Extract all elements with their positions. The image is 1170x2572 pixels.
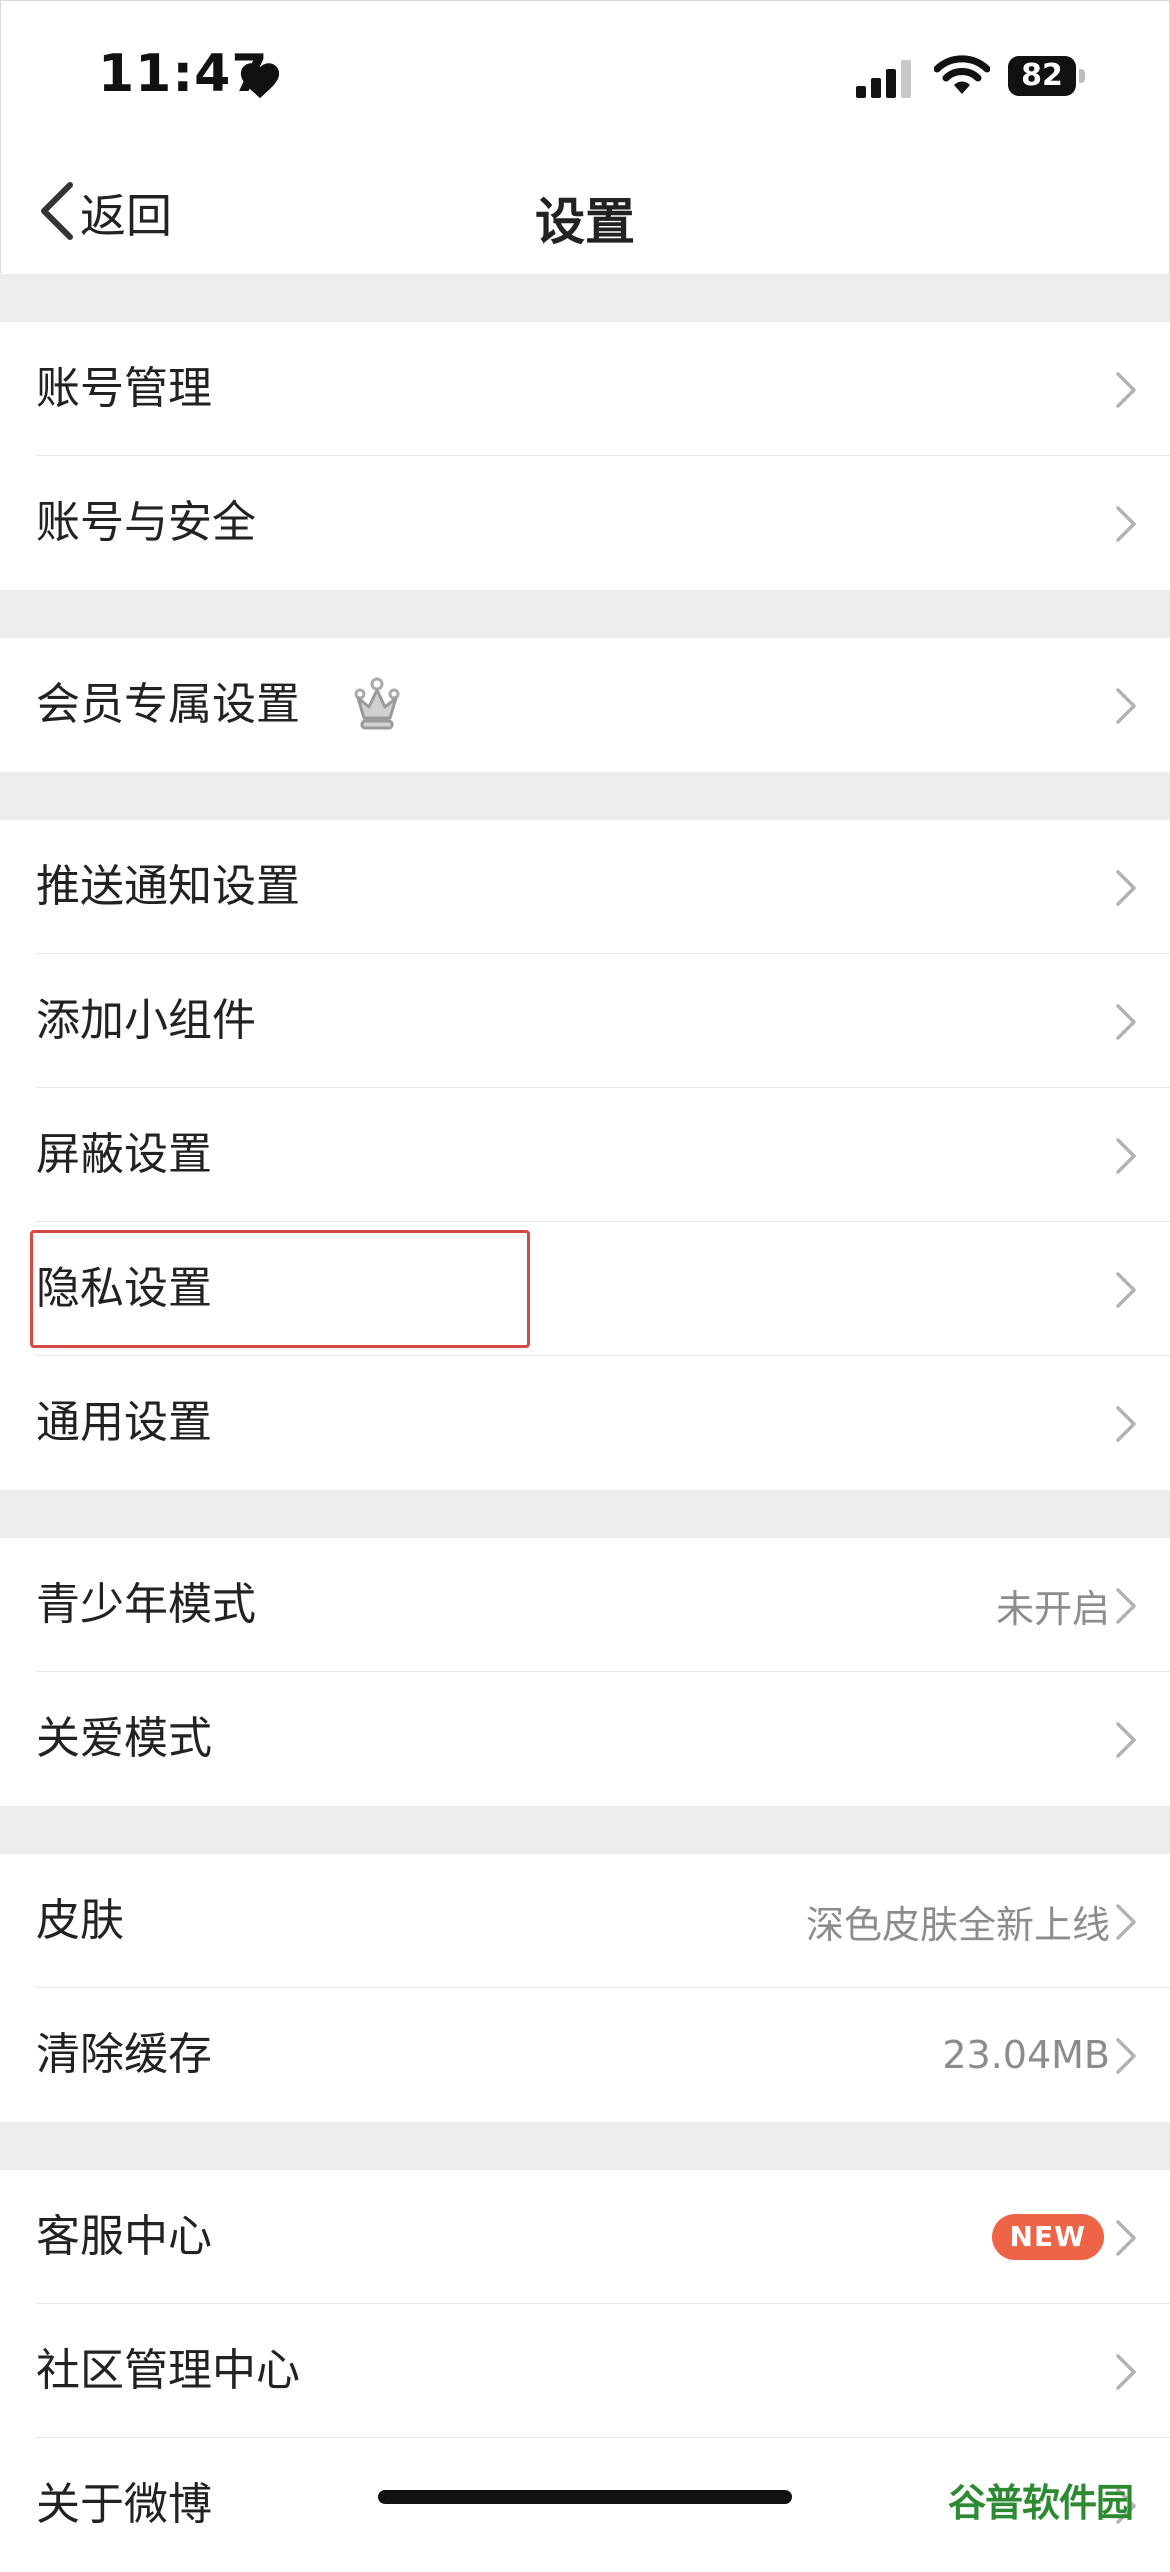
settings-list: 账号管理 账号与安全 会员专属设置 推送通知设置 添加小组件 屏蔽设置 隐私设置… bbox=[0, 274, 1170, 2572]
row-label: 通用设置 bbox=[36, 1397, 212, 1448]
settings-row-add-widget[interactable]: 添加小组件 bbox=[0, 954, 1170, 1088]
chevron-right-icon bbox=[1114, 1721, 1138, 1763]
cache-size: 23.04MB bbox=[942, 2033, 1110, 2077]
settings-row-account-security[interactable]: 账号与安全 bbox=[0, 456, 1170, 590]
watermark-logo: 谷普软件园 bbox=[948, 2481, 1134, 2525]
battery-cap bbox=[1079, 69, 1085, 83]
chevron-right-icon bbox=[1114, 869, 1138, 911]
settings-row-teen-mode[interactable]: 青少年模式 未开启 bbox=[0, 1538, 1170, 1672]
row-label: 清除缓存 bbox=[36, 2029, 212, 2080]
settings-row-customer-service[interactable]: 客服中心 NEW bbox=[0, 2170, 1170, 2304]
chevron-right-icon bbox=[1114, 1587, 1138, 1629]
cellular-signal-icon bbox=[856, 58, 916, 102]
row-label: 会员专属设置 bbox=[36, 679, 300, 730]
crown-icon bbox=[352, 676, 402, 736]
section-separator bbox=[0, 1490, 1170, 1538]
chevron-right-icon bbox=[1114, 2219, 1138, 2261]
status-bar: 11:47 82 bbox=[0, 0, 1170, 150]
battery-indicator: 82 bbox=[1008, 56, 1086, 96]
row-label: 屏蔽设置 bbox=[36, 1129, 212, 1180]
section-separator bbox=[0, 772, 1170, 820]
chevron-right-icon bbox=[1114, 2353, 1138, 2395]
row-label: 关爱模式 bbox=[36, 1713, 212, 1764]
highlight-box bbox=[30, 1230, 530, 1348]
chevron-right-icon bbox=[1114, 1003, 1138, 1045]
section-separator bbox=[0, 274, 1170, 322]
row-label: 账号管理 bbox=[36, 363, 212, 414]
chevron-right-icon bbox=[1114, 1271, 1138, 1313]
section-separator bbox=[0, 2122, 1170, 2170]
row-value: 深色皮肤全新上线 bbox=[805, 1902, 1110, 1947]
chevron-right-icon bbox=[1114, 505, 1138, 547]
row-label: 推送通知设置 bbox=[36, 861, 300, 912]
new-badge: NEW bbox=[991, 2214, 1104, 2260]
settings-row-privacy-settings[interactable]: 隐私设置 bbox=[0, 1222, 1170, 1356]
settings-row-community-management[interactable]: 社区管理中心 bbox=[0, 2304, 1170, 2438]
row-label: 添加小组件 bbox=[36, 995, 256, 1046]
chevron-right-icon bbox=[1114, 2037, 1138, 2079]
settings-row-general-settings[interactable]: 通用设置 bbox=[0, 1356, 1170, 1490]
chevron-right-icon bbox=[1114, 1137, 1138, 1179]
row-label: 客服中心 bbox=[36, 2211, 212, 2262]
row-label: 社区管理中心 bbox=[36, 2345, 300, 2396]
chevron-right-icon bbox=[1114, 687, 1138, 729]
settings-row-vip-settings[interactable]: 会员专属设置 bbox=[0, 638, 1170, 772]
wifi-icon bbox=[933, 54, 991, 100]
battery-level: 82 bbox=[1021, 58, 1063, 93]
home-indicator[interactable] bbox=[378, 2490, 792, 2504]
page-title: 设置 bbox=[535, 193, 635, 251]
section-separator bbox=[0, 1806, 1170, 1854]
section-separator bbox=[0, 590, 1170, 638]
settings-row-account-management[interactable]: 账号管理 bbox=[0, 322, 1170, 456]
chevron-right-icon bbox=[1114, 371, 1138, 413]
settings-row-block-settings[interactable]: 屏蔽设置 bbox=[0, 1088, 1170, 1222]
heart-icon bbox=[238, 60, 282, 104]
chevron-right-icon bbox=[1114, 1903, 1138, 1945]
chevron-right-icon bbox=[1114, 1405, 1138, 1447]
settings-row-care-mode[interactable]: 关爱模式 bbox=[0, 1672, 1170, 1806]
row-label: 皮肤 bbox=[36, 1895, 124, 1946]
settings-row-push-notifications[interactable]: 推送通知设置 bbox=[0, 820, 1170, 954]
settings-row-skin[interactable]: 皮肤 深色皮肤全新上线 bbox=[0, 1854, 1170, 1988]
navigation-bar: 返回 设置 bbox=[0, 150, 1170, 274]
row-label: 青少年模式 bbox=[36, 1579, 256, 1630]
row-label: 关于微博 bbox=[36, 2479, 212, 2530]
row-value: 未开启 bbox=[995, 1586, 1110, 1631]
row-label: 账号与安全 bbox=[36, 497, 256, 548]
settings-row-clear-cache[interactable]: 清除缓存 23.04MB bbox=[0, 1988, 1170, 2122]
